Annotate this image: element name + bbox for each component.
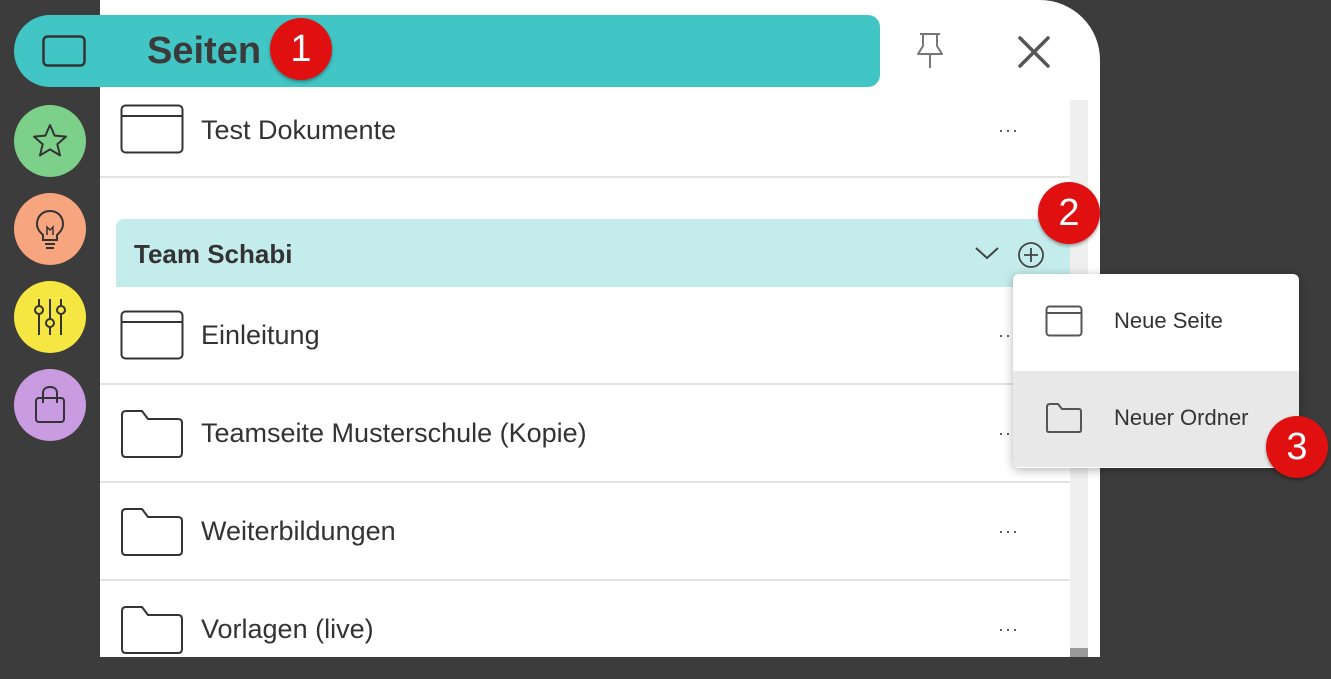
- folder-row-label: Vorlagen (live): [201, 614, 374, 644]
- menu-item-label: Neuer Ordner: [1114, 405, 1249, 430]
- chevron-down-icon[interactable]: [974, 245, 1000, 261]
- sliders-icon: [34, 299, 66, 335]
- settings-rail-button[interactable]: [14, 281, 86, 353]
- page-icon: [1045, 305, 1083, 337]
- menu-item-new-folder[interactable]: Neuer Ordner: [1013, 371, 1299, 467]
- ideas-rail-button[interactable]: [14, 193, 86, 265]
- page-icon: [120, 310, 184, 360]
- folder-row-label: Weiterbildungen: [201, 516, 396, 546]
- folder-icon: [121, 606, 183, 654]
- pin-icon[interactable]: [912, 30, 948, 70]
- pages-header-bar: Seiten: [14, 15, 880, 87]
- row-more-button[interactable]: ···: [998, 619, 1019, 639]
- page-icon: [120, 104, 184, 154]
- page-title: Seiten: [147, 30, 262, 72]
- close-icon[interactable]: [1014, 32, 1054, 72]
- section-title: Team Schabi: [134, 239, 293, 269]
- folder-icon: [121, 410, 183, 458]
- page-row-einleitung[interactable]: Einleitung ···: [100, 287, 1070, 385]
- shop-rail-button[interactable]: [14, 369, 86, 441]
- row-more-button[interactable]: ···: [998, 521, 1019, 541]
- shopping-bag-icon: [35, 385, 65, 423]
- add-circle-icon[interactable]: [1017, 241, 1045, 269]
- section-team-schabi[interactable]: Team Schabi: [116, 219, 1070, 287]
- page-icon: [42, 35, 86, 67]
- lightbulb-icon: [35, 209, 65, 249]
- row-more-button[interactable]: ···: [998, 120, 1019, 140]
- folder-row-teamseite[interactable]: Teamseite Musterschule (Kopie) ···: [100, 385, 1070, 483]
- page-row-test-dokumente[interactable]: Test Dokumente ···: [100, 80, 1070, 178]
- menu-item-label: Neue Seite: [1114, 308, 1223, 333]
- callout-badge-1: 1: [270, 18, 332, 80]
- add-dropdown-menu: Neue Seite Neuer Ordner: [1013, 274, 1299, 468]
- folder-row-vorlagen[interactable]: Vorlagen (live) ···: [100, 581, 1070, 679]
- star-icon: [33, 124, 67, 157]
- folder-row-weiterbildungen[interactable]: Weiterbildungen ···: [100, 483, 1070, 581]
- page-row-label: Einleitung: [201, 320, 320, 350]
- folder-row-label: Teamseite Musterschule (Kopie): [201, 418, 587, 448]
- callout-badge-3: 3: [1266, 416, 1328, 478]
- page-row-label: Test Dokumente: [201, 115, 397, 145]
- callout-badge-2: 2: [1038, 182, 1100, 244]
- folder-icon: [1046, 403, 1082, 433]
- scrollbar-thumb[interactable]: [1070, 648, 1088, 657]
- menu-item-new-page[interactable]: Neue Seite: [1013, 274, 1299, 370]
- folder-icon: [121, 508, 183, 556]
- favorites-rail-button[interactable]: [14, 105, 86, 177]
